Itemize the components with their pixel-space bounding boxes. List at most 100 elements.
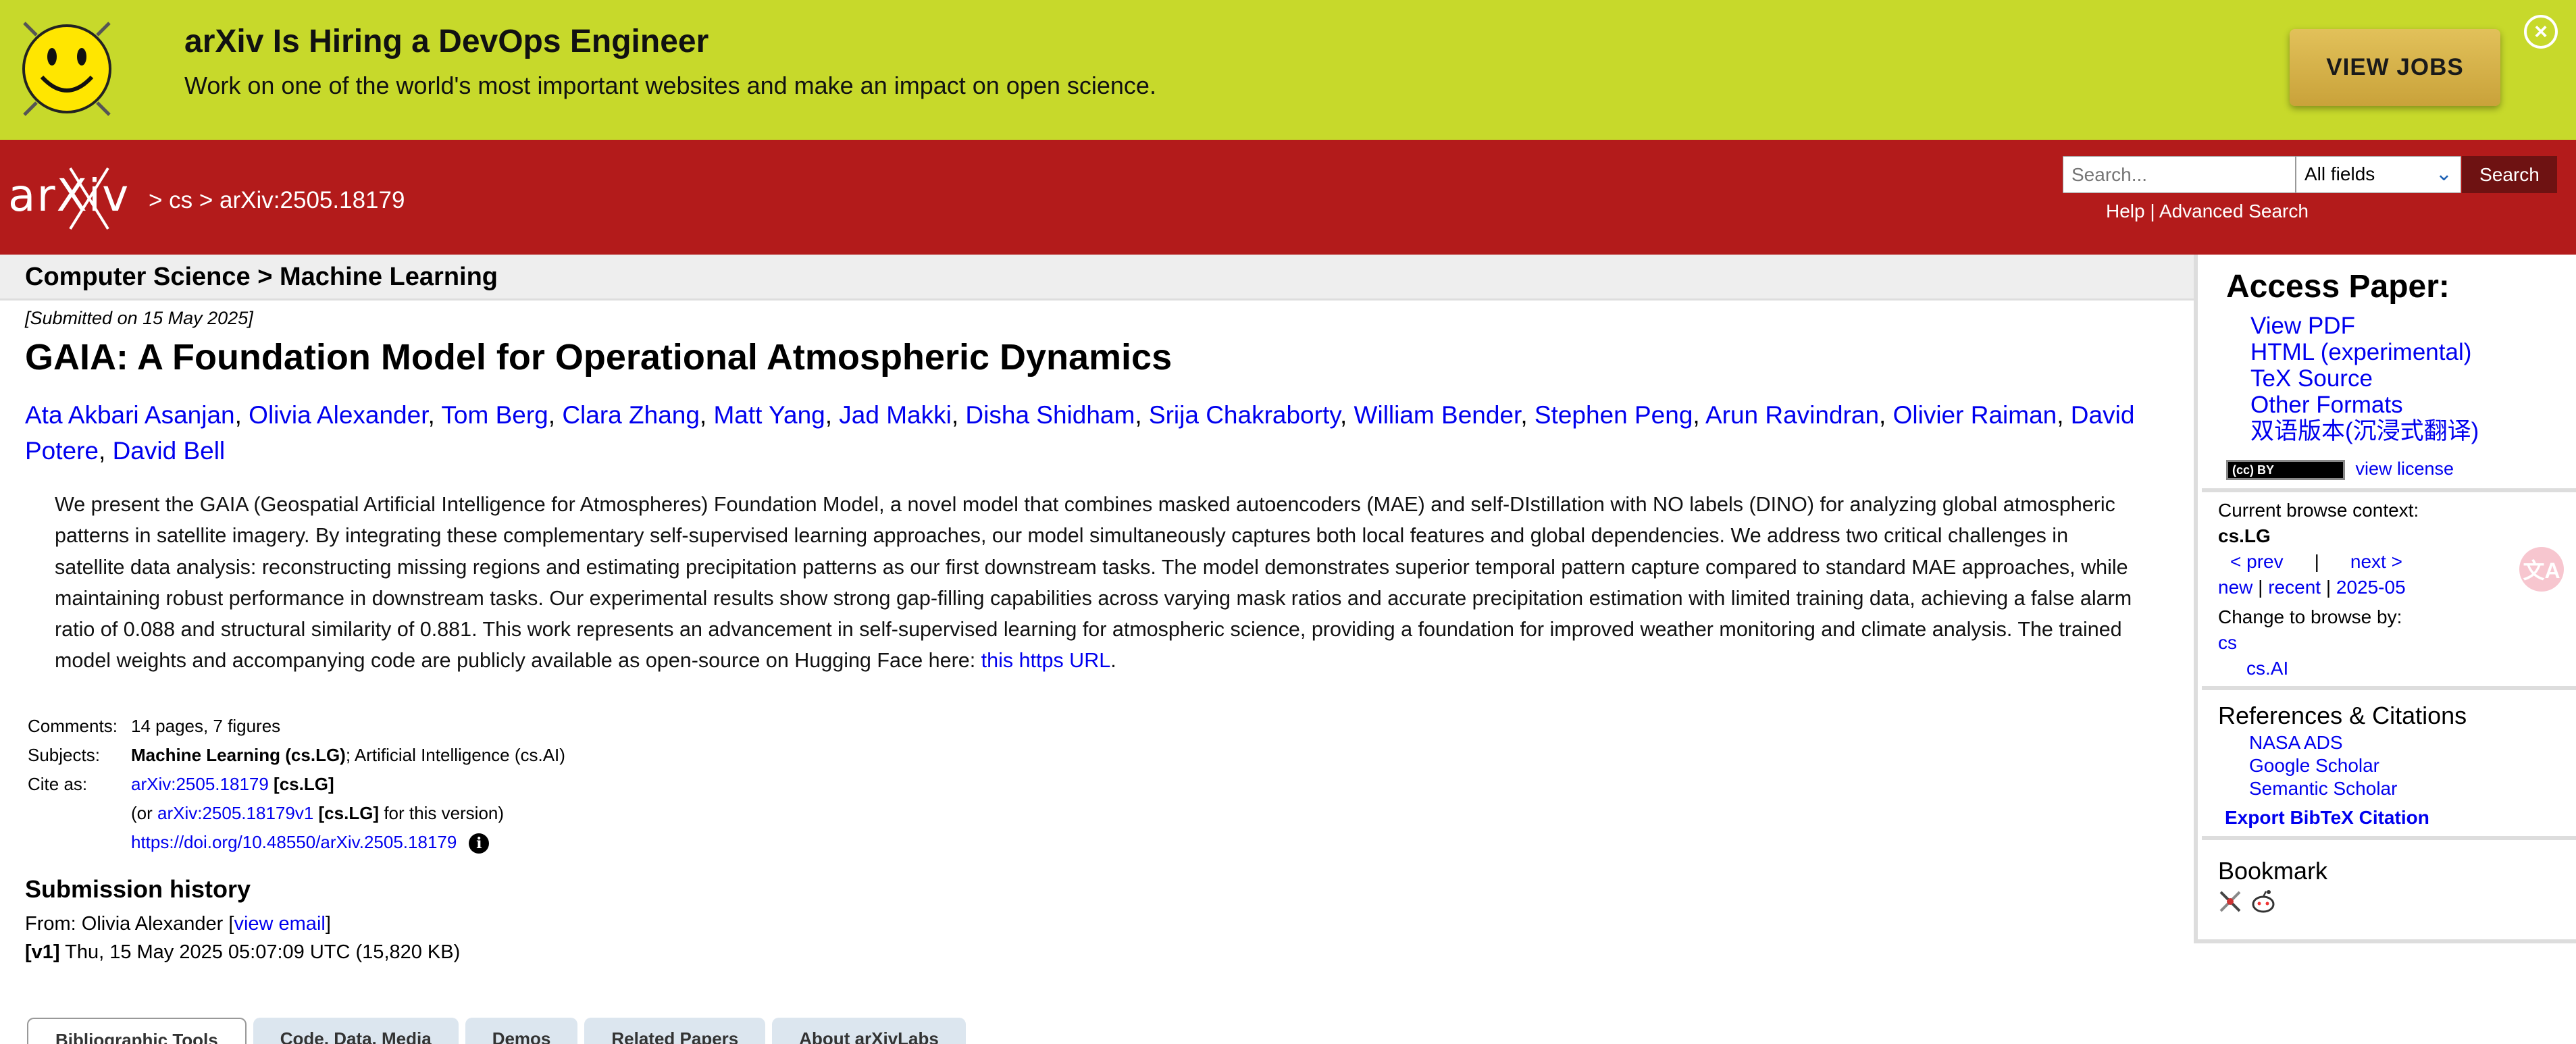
license-row: (cc) BY view license xyxy=(2226,459,2454,480)
subject-bar: Computer Science > Machine Learning xyxy=(0,255,2194,301)
version-v1: [v1] Thu, 15 May 2025 05:07:09 UTC (15,8… xyxy=(25,941,460,964)
comments-label: Comments: xyxy=(28,716,118,736)
info-icon[interactable]: i xyxy=(469,833,490,854)
nav-pipe: | xyxy=(2314,551,2319,572)
bilingual-version-link[interactable]: 双语版本(沉浸式翻译) xyxy=(2250,418,2479,444)
recent-link[interactable]: recent xyxy=(2268,577,2321,598)
from-text: From: Olivia Alexander [ xyxy=(25,913,234,935)
submission-history-title: Submission history xyxy=(25,875,251,903)
tex-source-link[interactable]: TeX Source xyxy=(2250,365,2373,392)
author-link[interactable]: Srija Chakraborty xyxy=(1149,401,1340,429)
hiring-banner: arXiv Is Hiring a DevOps Engineer Work o… xyxy=(0,0,2576,140)
author-link[interactable]: David Bell xyxy=(113,437,226,465)
other-formats-link[interactable]: Other Formats xyxy=(2250,392,2403,418)
bookmark-icons xyxy=(2218,889,2276,914)
references-links: NASA ADS Google Scholar Semantic Scholar xyxy=(2249,731,2397,800)
secondary-subject: ; Artificial Intelligence (cs.AI) xyxy=(345,745,565,765)
doi-link[interactable]: https://doi.org/10.48550/arXiv.2505.1817… xyxy=(131,832,457,852)
from-end: ] xyxy=(325,913,331,935)
smiley-logo-icon xyxy=(22,22,111,116)
banner-subtitle: Work on one of the world's most importan… xyxy=(184,72,1156,99)
abstract-url-link[interactable]: this https URL xyxy=(981,649,1111,672)
bookmark-title: Bookmark xyxy=(2218,857,2328,885)
author-link[interactable]: Matt Yang xyxy=(713,401,825,429)
advanced-search-link[interactable]: Advanced Search xyxy=(2159,201,2309,221)
help-link[interactable]: Help xyxy=(2106,201,2145,221)
nasa-ads-link[interactable]: NASA ADS xyxy=(2249,732,2343,753)
tab-bibliographic-tools[interactable]: Bibliographic Tools xyxy=(27,1018,247,1044)
submission-from: From: Olivia Alexander [view email] xyxy=(25,913,331,935)
browse-context: Current browse context: cs.LG < prev | nex… xyxy=(2218,498,2419,681)
html-link[interactable]: HTML (experimental) xyxy=(2250,339,2471,365)
next-link[interactable]: next > xyxy=(2350,551,2402,572)
semantic-scholar-link[interactable]: Semantic Scholar xyxy=(2249,778,2397,799)
view-pdf-link[interactable]: View PDF xyxy=(2250,313,2355,339)
header-separator: | xyxy=(2144,201,2159,221)
export-bibtex-text[interactable]: Export BibTeX Citation xyxy=(2225,807,2429,828)
author-list: Ata Akbari Asanjan, Olivia Alexander, To… xyxy=(25,401,2135,465)
prev-link[interactable]: < prev xyxy=(2230,551,2284,572)
author-link[interactable]: Olivier Raiman xyxy=(1893,401,2057,429)
change-browse-label: Change to browse by: xyxy=(2218,606,2402,627)
chevron-down-icon: ⌄ xyxy=(2435,163,2452,185)
abstract-text: We present the GAIA (Geospatial Artifici… xyxy=(55,493,2132,673)
export-bibtex-link[interactable]: Export BibTeX Citation xyxy=(2225,807,2429,829)
view-email-link[interactable]: view email xyxy=(234,913,325,935)
search-input[interactable] xyxy=(2063,156,2296,193)
sidebar: Access Paper: View PDF HTML (experimenta… xyxy=(2194,255,2576,943)
labs-tabs: Bibliographic Tools Code, Data, Media De… xyxy=(27,1018,966,1044)
author-link[interactable]: Arun Ravindran xyxy=(1705,401,1879,429)
site-header: arXiv > cs > arXiv:2505.18179 All fields… xyxy=(0,140,2576,255)
translate-icon[interactable]: 文A xyxy=(2519,547,2564,592)
tab-related-papers[interactable]: Related Papers xyxy=(584,1018,766,1044)
author-link[interactable]: Tom Berg xyxy=(441,401,548,429)
author-link[interactable]: Clara Zhang xyxy=(562,401,700,429)
metadata-table: Comments: 14 pages, 7 figures Subjects: … xyxy=(28,712,565,857)
primary-subject: Machine Learning (cs.LG) xyxy=(131,745,346,765)
browse-cs-link[interactable]: cs xyxy=(2218,632,2237,653)
view-jobs-button[interactable]: VIEW JOBS xyxy=(2290,29,2500,106)
header-links: Help | Advanced Search xyxy=(2106,201,2309,222)
paper-title: GAIA: A Foundation Model for Operational… xyxy=(25,337,1173,377)
abstract: We present the GAIA (Geospatial Artifici… xyxy=(55,489,2135,677)
access-paper-title: Access Paper: xyxy=(2226,269,2450,305)
cite-version-tail: for this version) xyxy=(379,803,505,823)
author-link[interactable]: Olivia Alexander xyxy=(249,401,428,429)
version-label: [v1] xyxy=(25,941,60,963)
context-label: Current browse context: xyxy=(2218,500,2419,521)
search-button[interactable]: Search xyxy=(2462,156,2557,193)
reddit-icon[interactable] xyxy=(2250,889,2276,914)
view-license-link[interactable]: view license xyxy=(2356,459,2454,479)
cc-by-badge[interactable]: (cc) BY xyxy=(2226,459,2345,480)
author-link[interactable]: William Bender xyxy=(1354,401,1521,429)
bibsonomy-icon[interactable] xyxy=(2218,889,2242,914)
subjects-label: Subjects: xyxy=(28,745,100,765)
search-field-value: All fields xyxy=(2304,163,2375,184)
cite-version-link[interactable]: arXiv:2505.18179v1 xyxy=(157,803,313,823)
author-link[interactable]: Ata Akbari Asanjan xyxy=(25,401,235,429)
banner-title: arXiv Is Hiring a DevOps Engineer xyxy=(184,24,709,59)
tab-about-arxivlabs[interactable]: About arXivLabs xyxy=(772,1018,966,1044)
browse-cs-ai-link[interactable]: cs.AI xyxy=(2246,658,2288,679)
author-link[interactable]: Stephen Peng xyxy=(1535,401,1693,429)
access-links: View PDF HTML (experimental) TeX Source … xyxy=(2250,313,2479,444)
arxiv-logo[interactable]: arXiv xyxy=(8,160,147,234)
google-scholar-link[interactable]: Google Scholar xyxy=(2249,755,2379,776)
subject-breadcrumb: Computer Science > Machine Learning xyxy=(25,263,498,291)
cite-id-link[interactable]: arXiv:2505.18179 xyxy=(131,774,269,794)
author-link[interactable]: Jad Makki xyxy=(839,401,952,429)
tab-demos[interactable]: Demos xyxy=(465,1018,578,1044)
svg-text:arXiv: arXiv xyxy=(8,169,130,221)
new-link[interactable]: new xyxy=(2218,577,2252,598)
month-link[interactable]: 2025-05 xyxy=(2336,577,2406,598)
breadcrumb[interactable]: > cs > arXiv:2505.18179 xyxy=(149,187,405,214)
cite-category: [cs.LG] xyxy=(268,774,334,794)
author-link[interactable]: Disha Shidham xyxy=(965,401,1135,429)
tab-code-data-media[interactable]: Code, Data, Media xyxy=(253,1018,459,1044)
close-banner-icon[interactable]: × xyxy=(2524,15,2558,49)
cite-label: Cite as: xyxy=(28,774,88,794)
references-title: References & Citations xyxy=(2218,702,2467,729)
comments-value: 14 pages, 7 figures xyxy=(131,716,281,736)
search-field-select[interactable]: All fields ⌄ xyxy=(2296,156,2461,193)
version-text: Thu, 15 May 2025 05:07:09 UTC (15,820 KB… xyxy=(59,941,461,963)
